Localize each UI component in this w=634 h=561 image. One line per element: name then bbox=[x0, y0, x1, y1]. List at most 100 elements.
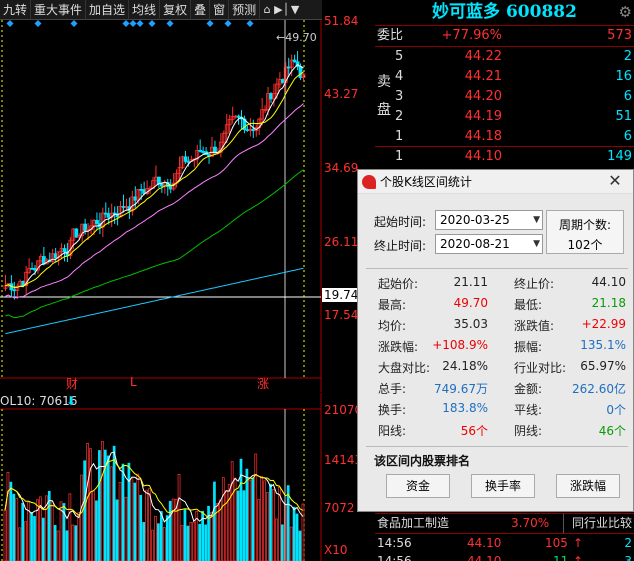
sell-row-3[interactable]: 3 44.20 6 bbox=[375, 86, 634, 107]
overlay-button[interactable]: 叠 bbox=[191, 0, 211, 20]
y-tick-label: 43.27 bbox=[324, 87, 359, 101]
volume-bar bbox=[236, 490, 240, 561]
stat-label: 总手: bbox=[378, 382, 407, 396]
kline-chart[interactable]: 51.84 43.27 34.69 26.11 17.54 19.74 ←49.… bbox=[0, 14, 361, 392]
y-tick-label: 34.69 bbox=[324, 161, 359, 175]
buy-row-1[interactable]: 1 44.10 149 bbox=[375, 146, 634, 167]
l-marker[interactable]: L bbox=[130, 375, 137, 389]
candle-body bbox=[298, 66, 303, 79]
volume-bar bbox=[24, 521, 27, 561]
volume-bar bbox=[221, 477, 225, 561]
volume-bar bbox=[74, 525, 78, 561]
weibi-label: 委比 bbox=[377, 28, 404, 43]
rank-change-button[interactable]: 涨跌幅 bbox=[556, 474, 620, 498]
sell-row-4[interactable]: 4 44.21 16 bbox=[375, 66, 634, 87]
volume-bar bbox=[71, 524, 75, 561]
volume-bar bbox=[224, 490, 228, 561]
volume-bar bbox=[295, 513, 299, 561]
event-diamond-icon bbox=[34, 20, 42, 27]
chevron-down-icon: ▼ bbox=[533, 239, 540, 249]
dialog-titlebar[interactable]: 个股K线区间统计 ✕ bbox=[358, 170, 633, 194]
stat-label: 起始价: bbox=[378, 277, 419, 291]
volume-bar bbox=[154, 515, 157, 561]
stat-label: 涨跌值: bbox=[514, 319, 555, 333]
stat-value: 44.10 bbox=[591, 275, 626, 289]
volume-chart[interactable]: OL10: 70616 ⬇ 21070 14143 7072 X10 bbox=[0, 393, 375, 561]
event-diamond-icon bbox=[148, 20, 156, 27]
stat-value: +22.99 bbox=[581, 317, 626, 331]
moving-average-button[interactable]: 均线 bbox=[129, 0, 161, 20]
start-time-select[interactable]: 2020-03-25 ▼ bbox=[435, 210, 543, 230]
weibi-value: +77.96% bbox=[441, 28, 502, 43]
event-diamond-icon bbox=[70, 20, 78, 27]
volume-bar bbox=[292, 506, 296, 561]
stat-label: 振幅: bbox=[514, 340, 543, 354]
event-diamond-icon bbox=[6, 20, 14, 27]
kline-svg bbox=[0, 20, 322, 392]
volume-bar bbox=[83, 460, 87, 561]
event-diamond-icon bbox=[166, 20, 174, 27]
volume-bar bbox=[298, 530, 302, 561]
rank-fund-button[interactable]: 资金 bbox=[386, 474, 450, 498]
volume-bar bbox=[177, 474, 181, 561]
end-time-select[interactable]: 2020-08-21 ▼ bbox=[435, 234, 543, 254]
event-diamond-icon bbox=[224, 20, 232, 27]
volume-bar bbox=[145, 489, 148, 561]
dropdown-icon[interactable]: ▼ bbox=[288, 0, 302, 20]
volume-bar bbox=[53, 525, 57, 561]
forecast-button[interactable]: 预测 bbox=[229, 0, 261, 20]
kline-range-stats-dialog: 个股K线区间统计 ✕ 起始时间: 2020-03-25 ▼ 终止时间: 2020… bbox=[357, 169, 634, 512]
volume-bar bbox=[186, 525, 190, 561]
candle-body bbox=[245, 129, 250, 131]
volume-bar bbox=[213, 481, 216, 561]
stat-label: 最高: bbox=[378, 298, 407, 312]
stat-value: 21.18 bbox=[591, 296, 626, 310]
weibi-row: 委比 +77.96% 573 bbox=[375, 25, 634, 46]
gear-icon[interactable]: ⚙ bbox=[619, 3, 632, 21]
volume-bar bbox=[242, 490, 246, 561]
stat-value: 35.03 bbox=[453, 317, 488, 331]
volume-bar bbox=[251, 478, 255, 561]
window-button[interactable]: 窗 bbox=[210, 0, 230, 20]
candle-body bbox=[213, 146, 217, 153]
limit-up-marker[interactable]: 涨 bbox=[257, 375, 269, 392]
stats-grid: 起始价: 21.11 终止价: 44.10 最高: 49.70 最低: 21.18 均价: 35.… bbox=[366, 268, 628, 446]
candle-body bbox=[280, 79, 285, 83]
volume-bar bbox=[130, 478, 134, 561]
rank-turnover-button[interactable]: 换手率 bbox=[471, 474, 535, 498]
sell-row-2[interactable]: 2 44.19 51 bbox=[375, 106, 634, 127]
volume-bar bbox=[245, 468, 249, 561]
volume-bar bbox=[21, 502, 25, 561]
arrow-right-bar-icon[interactable]: ▶│ bbox=[274, 0, 289, 20]
volume-bar bbox=[9, 481, 13, 561]
lock-icon[interactable]: ⌂ bbox=[260, 0, 274, 20]
start-time-label: 起始时间: bbox=[374, 215, 427, 229]
volume-bar bbox=[139, 494, 143, 561]
end-time-label: 终止时间: bbox=[374, 239, 427, 253]
industry-compare-button[interactable]: 同行业比较 bbox=[562, 514, 632, 533]
stat-value: 49.70 bbox=[453, 296, 488, 310]
volume-bar bbox=[95, 500, 98, 561]
major-events-button[interactable]: 重大事件 bbox=[31, 0, 87, 20]
close-icon[interactable]: ✕ bbox=[597, 170, 633, 194]
stat-value: 183.8% bbox=[442, 401, 488, 415]
adjust-price-button[interactable]: 复权 bbox=[160, 0, 192, 20]
stat-value: 56个 bbox=[460, 424, 488, 438]
volume-bar bbox=[3, 509, 7, 561]
nine-turn-button[interactable]: 九转 bbox=[0, 0, 32, 20]
finance-marker[interactable]: 财 bbox=[66, 375, 78, 392]
volume-bar bbox=[80, 474, 84, 561]
volume-bar bbox=[89, 448, 92, 561]
stat-label: 换手: bbox=[378, 403, 407, 417]
stat-label: 终止价: bbox=[514, 277, 555, 291]
volume-bar bbox=[280, 524, 284, 561]
app-logo-icon bbox=[362, 175, 376, 189]
sell-row-5[interactable]: 5 44.22 2 bbox=[375, 46, 634, 67]
industry-name[interactable]: 食品加工制造 bbox=[377, 514, 449, 533]
volume-bar bbox=[257, 499, 261, 561]
volume-bar bbox=[272, 489, 275, 561]
volume-bar bbox=[12, 493, 16, 561]
add-watchlist-button[interactable]: 加自选 bbox=[86, 0, 130, 20]
volume-bar bbox=[278, 486, 281, 561]
sell-row-1[interactable]: 1 44.18 6 bbox=[375, 126, 634, 147]
